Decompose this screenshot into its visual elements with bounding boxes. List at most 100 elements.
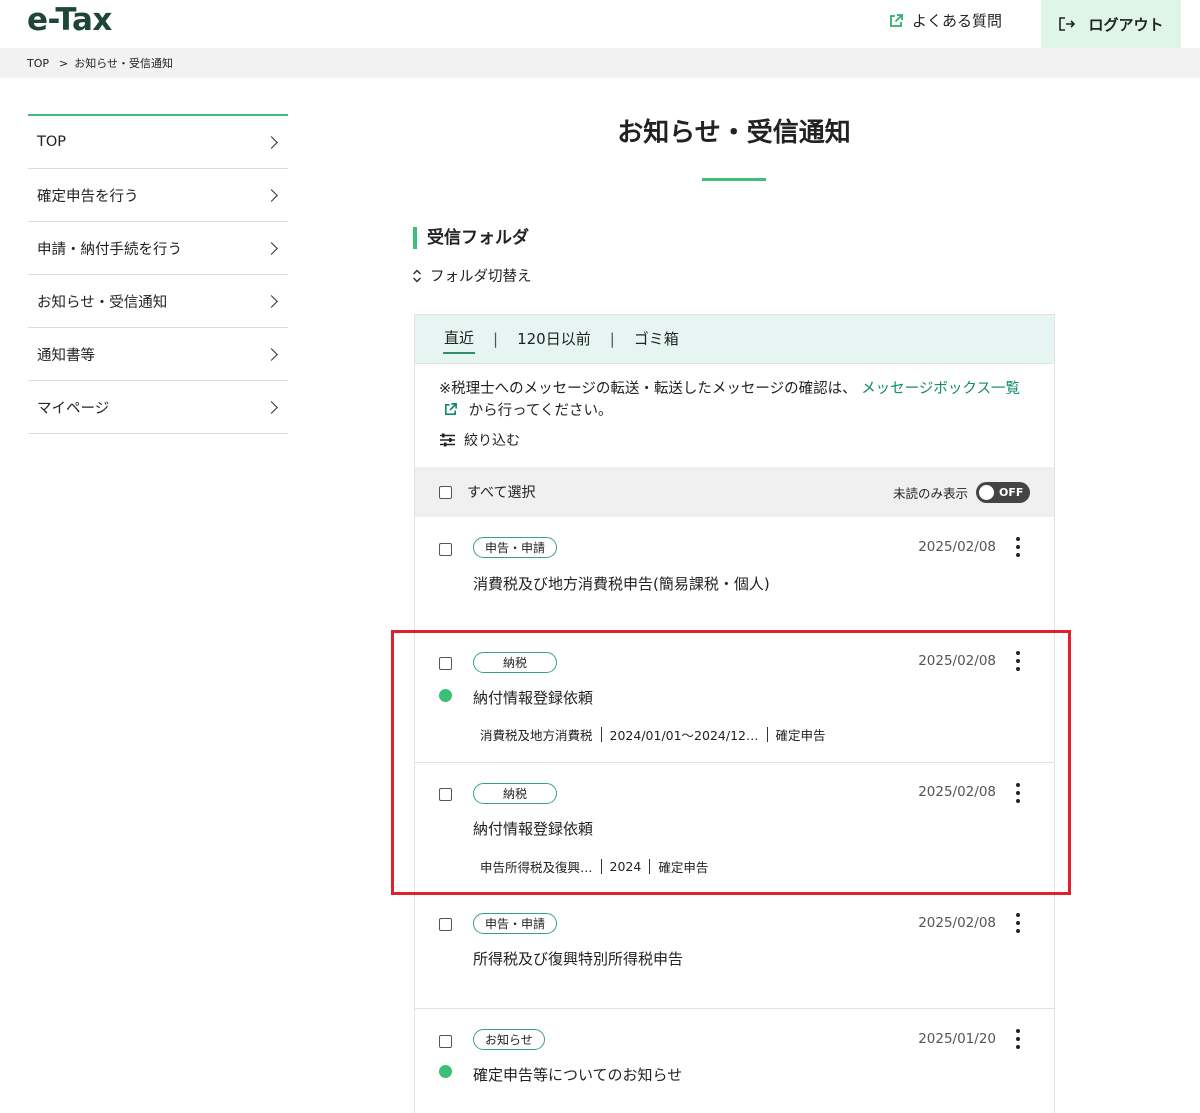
message-row[interactable]: 申告・申請 2025/02/08 消費税及び地方消費税申告(簡易課税・個人)	[415, 517, 1054, 631]
message-row[interactable]: 申告・申請 2025/02/08 所得税及び復興特別所得税申告	[415, 893, 1054, 1009]
tab-trash[interactable]: ゴミ箱	[633, 328, 680, 353]
message-meta: 申告所得税及復興… 2024 確定申告	[480, 857, 708, 876]
message-checkbox[interactable]	[439, 788, 452, 801]
select-all-checkbox[interactable]	[439, 485, 452, 499]
external-link-icon	[444, 403, 457, 416]
message-checkbox[interactable]	[439, 543, 452, 556]
message-row[interactable]: 納税 2025/02/08 納付情報登録依頼 申告所得税及復興… 2024 確定…	[415, 763, 1054, 893]
toggle-state: OFF	[999, 485, 1024, 499]
tab-separator: |	[609, 330, 615, 348]
message-subject[interactable]: 確定申告等についてのお知らせ	[473, 1064, 682, 1085]
more-options-icon[interactable]	[1012, 650, 1024, 672]
meta-tax-item: 申告所得税及復興…	[480, 860, 593, 875]
message-row[interactable]: お知らせ 2025/01/20 確定申告等についてのお知らせ	[415, 1009, 1054, 1113]
sidebar-item-label: TOP	[37, 134, 67, 150]
meta-divider	[600, 859, 602, 874]
meta-tax-item: 消費税及地方消費税	[480, 728, 593, 743]
sidebar-item-label: 確定申告を行う	[37, 188, 139, 205]
meta-type: 確定申告	[658, 860, 709, 875]
message-date: 2025/02/08	[918, 653, 996, 669]
filter-label: 絞り込む	[464, 433, 520, 449]
unread-dot-icon	[439, 689, 452, 702]
select-all-label: すべて選択	[467, 485, 536, 501]
section-title: 受信フォルダ	[413, 227, 529, 249]
meta-type: 確定申告	[775, 728, 826, 743]
message-meta: 消費税及地方消費税 2024/01/01～2024/12… 確定申告	[480, 725, 826, 744]
folder-switch-button[interactable]: フォルダ切替え	[412, 265, 532, 286]
meta-period: 2024	[609, 859, 642, 874]
breadcrumb-home[interactable]: TOP	[27, 57, 49, 70]
message-date: 2025/02/08	[918, 539, 996, 555]
chevron-right-icon	[265, 135, 278, 149]
notice-text: ※税理士へのメッセージの転送・転送したメッセージの確認は、 メッセージボックス一…	[415, 364, 1054, 422]
toggle-knob	[979, 484, 994, 500]
breadcrumb-current: お知らせ・受信通知	[74, 57, 174, 70]
tab-separator: |	[493, 330, 499, 348]
notice-suffix: から行ってください。	[468, 403, 613, 419]
unread-only-toggle[interactable]: OFF	[976, 481, 1030, 503]
inbox-panel: 直近 | 120日以前 | ゴミ箱 ※税理士へのメッセージの転送・転送したメッセ…	[414, 314, 1055, 1113]
sidebar-item-notices[interactable]: 通知書等	[28, 328, 288, 381]
tab-older-120-days[interactable]: 120日以前	[516, 328, 592, 353]
meta-divider	[766, 727, 768, 742]
message-subject[interactable]: 消費税及び地方消費税申告(簡易課税・個人)	[473, 573, 770, 594]
message-row[interactable]: 納税 2025/02/08 納付情報登録依頼 消費税及地方消費税 2024/01…	[415, 631, 1054, 763]
site-header: e-Tax よくある質問 ログアウト	[0, 0, 1200, 48]
message-checkbox[interactable]	[439, 1035, 452, 1048]
sidebar-item-top[interactable]: TOP	[28, 116, 288, 169]
sidebar-item-mypage[interactable]: マイページ	[28, 381, 288, 434]
more-options-icon[interactable]	[1012, 1028, 1024, 1050]
meta-period: 2024/01/01～2024/12…	[609, 728, 759, 743]
tab-recent[interactable]: 直近	[443, 327, 476, 354]
meta-divider	[600, 727, 602, 742]
message-checkbox[interactable]	[439, 657, 452, 670]
sidebar-item-label: 通知書等	[37, 347, 95, 364]
message-subject[interactable]: 納付情報登録依頼	[473, 818, 593, 839]
chevron-right-icon	[265, 241, 278, 255]
folder-switch-label: フォルダ切替え	[430, 269, 532, 285]
etax-logo[interactable]: e-Tax	[27, 2, 112, 38]
page-title: お知らせ・受信通知	[617, 118, 851, 148]
logout-label: ログアウト	[1088, 15, 1164, 34]
faq-label: よくある質問	[912, 12, 1003, 30]
faq-link[interactable]: よくある質問	[888, 10, 1002, 31]
message-subject[interactable]: 所得税及び復興特別所得税申告	[473, 948, 683, 969]
chevron-right-icon	[265, 347, 278, 361]
logout-button[interactable]: ログアウト	[1041, 0, 1181, 48]
sidebar-item-label: マイページ	[37, 400, 110, 417]
external-link-icon	[890, 13, 903, 27]
breadcrumb: TOP > お知らせ・受信通知	[0, 48, 1200, 78]
logout-icon	[1059, 17, 1076, 31]
message-checkbox[interactable]	[439, 918, 452, 931]
unread-dot-icon	[439, 1065, 452, 1078]
more-options-icon[interactable]	[1012, 912, 1024, 934]
notice-prefix: ※税理士へのメッセージの転送・転送したメッセージの確認は、	[439, 381, 857, 397]
sidebar-item-label: 申請・納付手続を行う	[37, 241, 182, 258]
unread-only-label: 未読のみ表示	[892, 485, 968, 501]
message-box-link-label: メッセージボックス一覧	[861, 381, 1020, 397]
message-subject[interactable]: 納付情報登録依頼	[473, 687, 593, 708]
meta-divider	[649, 859, 651, 874]
chevron-right-icon	[265, 188, 278, 202]
filter-sliders-icon	[440, 433, 455, 447]
title-underline	[702, 178, 766, 181]
breadcrumb-separator: >	[59, 56, 69, 70]
message-date: 2025/02/08	[918, 915, 996, 931]
select-all-bar: すべて選択 未読のみ表示 OFF	[415, 467, 1054, 517]
up-down-chevron-icon	[412, 268, 422, 283]
category-tag: お知らせ	[473, 1029, 545, 1050]
more-options-icon[interactable]	[1012, 536, 1024, 558]
sidebar-item-label: お知らせ・受信通知	[37, 294, 168, 311]
chevron-right-icon	[265, 294, 278, 308]
category-tag: 申告・申請	[473, 537, 558, 558]
sidebar-item-notifications[interactable]: お知らせ・受信通知	[28, 275, 288, 328]
filter-button[interactable]: 絞り込む	[439, 430, 1054, 450]
sidebar-item-tax-return[interactable]: 確定申告を行う	[28, 169, 288, 222]
message-date: 2025/01/20	[918, 1031, 996, 1047]
folder-tabs: 直近 | 120日以前 | ゴミ箱	[415, 315, 1054, 364]
more-options-icon[interactable]	[1012, 782, 1024, 804]
category-tag: 申告・申請	[473, 913, 558, 934]
chevron-right-icon	[265, 400, 278, 414]
sidebar-item-application-payment[interactable]: 申請・納付手続を行う	[28, 222, 288, 275]
sidebar-nav: TOP 確定申告を行う 申請・納付手続を行う お知らせ・受信通知 通知書等 マイ…	[28, 114, 288, 434]
